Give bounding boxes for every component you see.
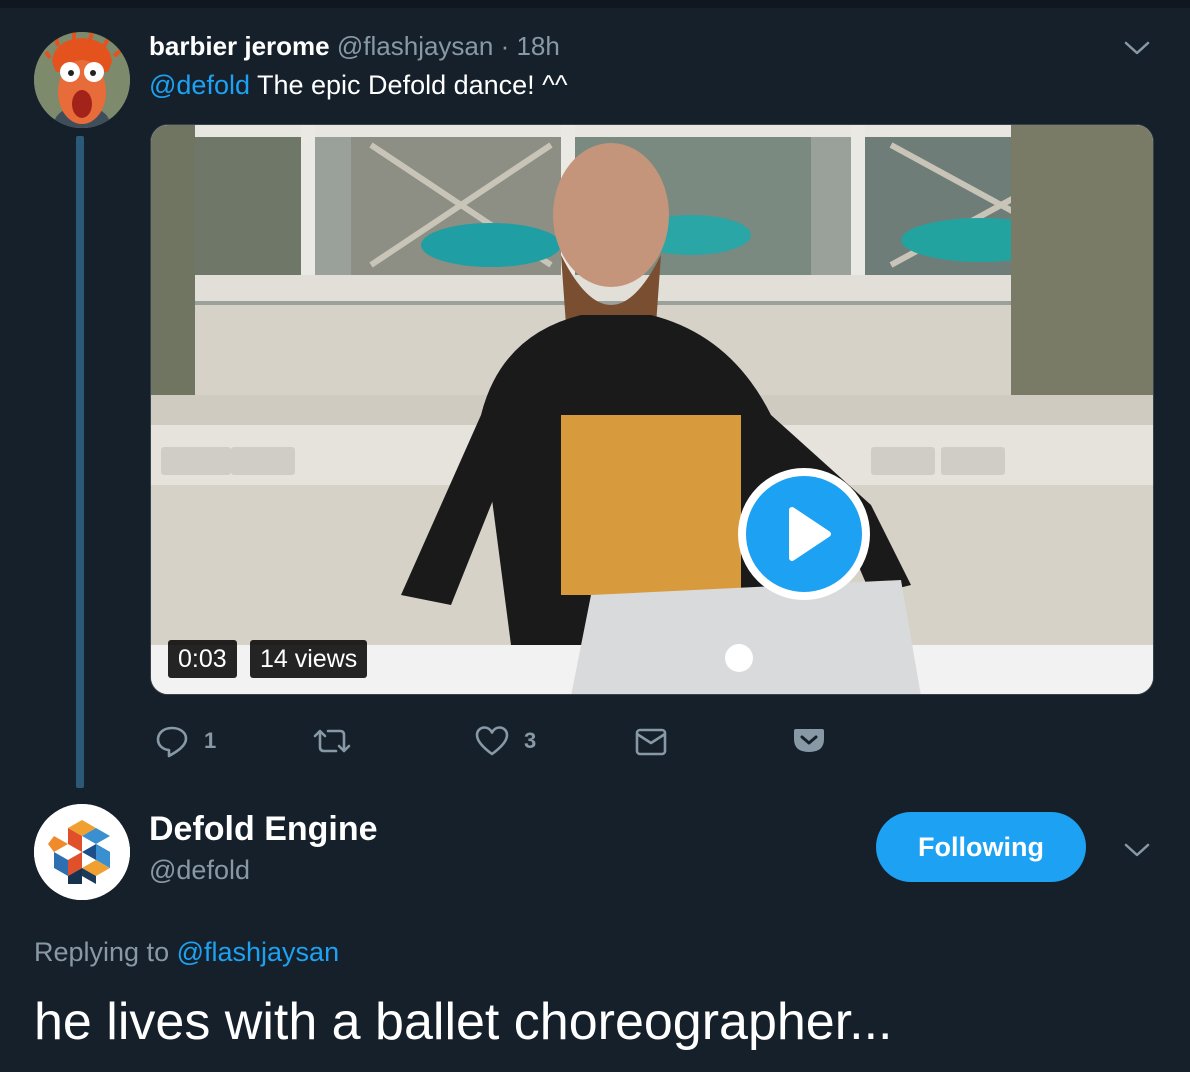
replying-to-link[interactable]: @flashjaysan [177, 937, 340, 967]
tweet-header: barbier jerome @flashjaysan · 18h [149, 30, 560, 62]
like-count: 3 [524, 728, 537, 753]
pocket-button[interactable] [792, 722, 826, 760]
mail-icon [635, 728, 667, 756]
heart-icon [475, 726, 509, 756]
reply-icon [156, 726, 188, 758]
retweet-icon [313, 729, 351, 753]
separator: · [493, 31, 517, 61]
video-player[interactable]: 0:03 14 views [150, 124, 1154, 695]
pocket-icon [794, 729, 824, 752]
retweet-button[interactable] [312, 722, 366, 760]
display-name[interactable]: Defold Engine [149, 808, 378, 850]
display-name[interactable]: barbier jerome [149, 31, 330, 61]
handle[interactable]: @flashjaysan [337, 31, 493, 61]
play-button[interactable] [738, 468, 870, 600]
replying-to: Replying to @flashjaysan [34, 934, 339, 970]
like-button[interactable]: 3 [474, 722, 536, 760]
chevron-down-icon[interactable] [1122, 840, 1152, 860]
reply-button[interactable]: 1 [154, 722, 216, 760]
defold-logo [34, 804, 130, 900]
mention-link[interactable]: @defold [149, 70, 250, 100]
tweet-body: The epic Defold dance! ^^ [249, 70, 568, 100]
avatar[interactable] [34, 804, 130, 900]
replying-prefix: Replying to [34, 937, 177, 967]
timestamp[interactable]: 18h [516, 31, 559, 61]
reply-count: 1 [204, 728, 217, 753]
play-icon [789, 507, 831, 561]
avatar[interactable] [34, 32, 130, 128]
following-button[interactable]: Following [876, 812, 1086, 882]
video-frame [151, 125, 1153, 694]
direct-message-button[interactable] [634, 722, 668, 760]
tweet-text: @defold The epic Defold dance! ^^ [149, 68, 568, 102]
handle[interactable]: @defold [149, 852, 250, 888]
chevron-down-icon[interactable] [1122, 38, 1152, 58]
tweet-text: he lives with a ballet choreographer... [34, 993, 893, 1051]
video-views: 14 views [250, 640, 368, 678]
thread-connector [76, 136, 84, 788]
video-duration: 0:03 [168, 640, 237, 678]
top-border [0, 0, 1190, 8]
